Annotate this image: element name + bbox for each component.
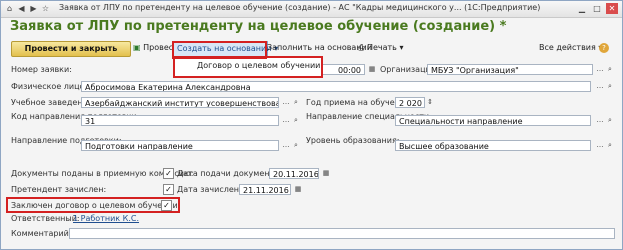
search-icon[interactable]: ⌕ xyxy=(605,115,615,126)
search-icon[interactable]: ⌕ xyxy=(605,81,615,92)
window: ⌂ ◀ ▶ ☆ Заявка от ЛПУ по претенденту на … xyxy=(0,0,623,250)
back-icon[interactable]: ◀ xyxy=(17,4,26,13)
search-icon[interactable]: ⌕ xyxy=(605,64,615,75)
responsible-link[interactable]: 1 Работник К.С. xyxy=(73,214,139,223)
maximize-icon[interactable]: □ xyxy=(591,3,603,14)
level-field[interactable]: Высшее образование xyxy=(395,140,591,151)
docs-submitted-checkbox[interactable]: ✓ xyxy=(163,168,174,179)
window-title: Заявка от ЛПУ по претенденту на целевое … xyxy=(59,3,541,12)
all-actions-button[interactable]: Все действия ▾ xyxy=(539,41,602,55)
forward-icon[interactable]: ▶ xyxy=(29,4,38,13)
select-icon[interactable]: … xyxy=(595,81,605,92)
printer-icon: ⎙ xyxy=(358,43,365,52)
window-controls: ▁ □ ✕ xyxy=(576,3,618,14)
star-icon[interactable]: ☆ xyxy=(41,4,50,13)
title-bar: ⌂ ◀ ▶ ☆ Заявка от ЛПУ по претенденту на … xyxy=(1,1,622,18)
calendar-icon[interactable]: ▦ xyxy=(321,168,331,179)
close-icon[interactable]: ✕ xyxy=(606,3,618,14)
organization-field[interactable]: МБУЗ "Организация" xyxy=(427,64,593,75)
calendar-icon[interactable]: ▦ xyxy=(293,184,303,195)
select-icon[interactable]: … xyxy=(595,115,605,126)
search-icon[interactable]: ⌕ xyxy=(605,140,615,151)
enrolled-checkbox[interactable]: ✓ xyxy=(163,184,174,195)
search-icon[interactable]: ⌕ xyxy=(291,140,301,151)
select-icon[interactable]: … xyxy=(281,97,291,108)
select-icon[interactable]: … xyxy=(281,115,291,126)
fill-based-button[interactable]: Заполнить на основании xyxy=(267,41,372,55)
title-bar-icons: ⌂ ◀ ▶ ☆ xyxy=(5,4,50,13)
chevron-down-icon: ▾ xyxy=(399,43,404,52)
time-field[interactable]: 00:00 xyxy=(319,64,365,75)
print-label: Печать xyxy=(366,43,397,52)
post-icon: ▣ xyxy=(133,43,141,52)
calendar-icon[interactable]: ▦ xyxy=(367,64,377,75)
comment-field[interactable] xyxy=(69,228,615,239)
select-icon[interactable]: … xyxy=(595,140,605,151)
person-label: Физическое лицо: xyxy=(11,82,88,91)
direction-field[interactable]: Подготовки направление xyxy=(81,140,279,151)
enroll-date-field[interactable]: 21.11.2016 xyxy=(239,184,291,195)
all-actions-label: Все действия xyxy=(539,43,596,52)
docs-date-field[interactable]: 20.11.2016 xyxy=(269,168,319,179)
enrolled-label: Претендент зачислен: xyxy=(11,185,107,194)
print-button[interactable]: ⎙ Печать ▾ xyxy=(358,41,403,55)
comment-label: Комментарий: xyxy=(11,229,72,238)
page-title: Заявка от ЛПУ по претенденту на целевое … xyxy=(10,19,507,34)
search-icon[interactable]: ⌕ xyxy=(291,97,301,108)
help-icon[interactable]: ? xyxy=(599,43,609,53)
number-label: Номер заявки: xyxy=(11,65,72,74)
minimize-icon[interactable]: ▁ xyxy=(576,3,588,14)
search-icon[interactable]: ⌕ xyxy=(291,115,301,126)
responsible-label: Ответственный: xyxy=(11,214,80,223)
home-icon[interactable]: ⌂ xyxy=(5,4,14,13)
highlight-box-create-based xyxy=(172,41,267,59)
select-icon[interactable]: … xyxy=(281,140,291,151)
highlight-box-contract xyxy=(6,197,180,213)
spec-field[interactable]: Специальности направление xyxy=(395,115,591,126)
dropdown-item-contract[interactable]: Договор о целевом обучении xyxy=(197,61,320,70)
year-field[interactable]: 2 020 xyxy=(395,97,425,108)
school-field[interactable]: Азербайджанский институт усовершенствова… xyxy=(81,97,279,108)
person-field[interactable]: Абросимова Екатерина Александровна xyxy=(81,81,591,92)
post-and-close-button[interactable]: Провести и закрыть xyxy=(11,41,131,57)
stepper-icon[interactable]: ⇕ xyxy=(425,97,435,108)
create-based-dropdown: Договор о целевом обучении xyxy=(173,56,323,78)
level-label: Уровень образования: xyxy=(306,136,400,145)
select-icon[interactable]: … xyxy=(595,64,605,75)
code-field[interactable]: 31 xyxy=(81,115,279,126)
